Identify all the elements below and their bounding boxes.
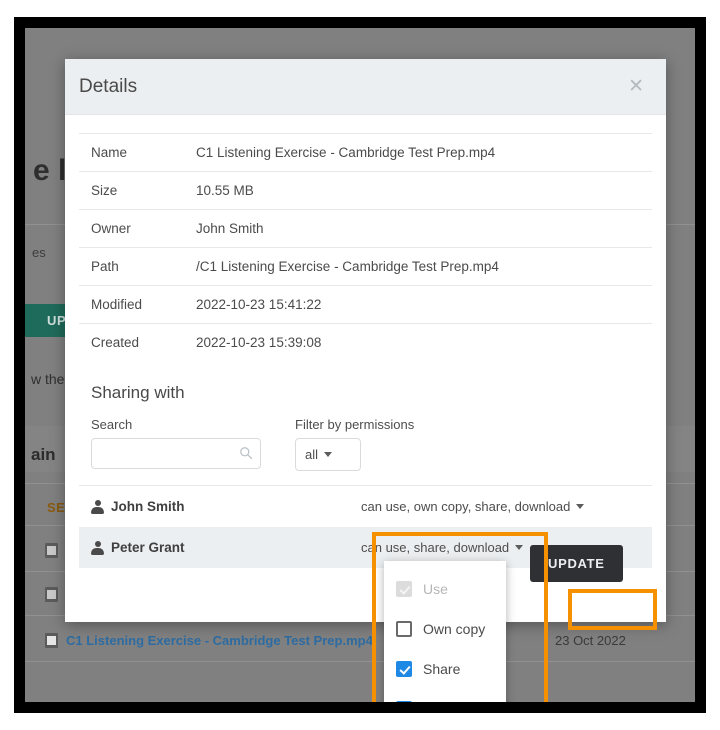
bg-subtitle: w the: [31, 371, 65, 387]
permissions-dropdown-menu: Use Own copy Share Download: [384, 561, 506, 713]
sharing-with-title: Sharing with: [91, 383, 185, 402]
bg-page-heading: e l: [33, 154, 67, 187]
share-permissions-dropdown-john-smith[interactable]: can use, own copy, share, download: [361, 499, 585, 514]
filter-by-permissions-label: Filter by permissions: [295, 417, 415, 432]
share-row-john-smith: John Smith can use, own copy, share, dow…: [79, 486, 652, 527]
detail-label: Size: [91, 183, 118, 198]
checkbox-download[interactable]: [396, 701, 412, 702]
bg-file-name: C1 Listening Exercise - Cambridge Test P…: [66, 633, 373, 648]
modal-body: Name C1 Listening Exercise - Cambridge T…: [65, 115, 666, 568]
detail-value: 2022-10-23 15:39:08: [196, 335, 322, 350]
menu-item-label: Share: [423, 661, 461, 677]
checkbox-use: [396, 581, 412, 597]
detail-label: Path: [91, 259, 119, 274]
image-file-icon: [45, 587, 58, 602]
detail-label: Name: [91, 145, 128, 160]
search-input-wrapper: [91, 438, 261, 469]
menu-item-label: Use: [423, 581, 448, 597]
filter-permissions-dropdown[interactable]: all: [295, 438, 361, 471]
chevron-down-icon: [515, 545, 524, 550]
table-row: Created 2022-10-23 15:39:08: [79, 323, 652, 362]
table-row: Owner John Smith: [79, 209, 652, 248]
image-file-icon: [45, 543, 58, 558]
sharing-controls: Search Filter by permissions all: [91, 417, 652, 471]
menu-item-download[interactable]: Download: [384, 689, 506, 713]
menu-item-label: Own copy: [423, 621, 486, 637]
bg-tabs-label: es: [32, 245, 46, 260]
checkbox-own-copy[interactable]: [396, 621, 412, 637]
share-user-name: John Smith: [111, 499, 185, 514]
share-permissions-text: can use, share, download: [361, 540, 510, 555]
table-row: Modified 2022-10-23 15:41:22: [79, 285, 652, 324]
filter-field-group: Filter by permissions all: [295, 417, 414, 471]
bg-file-row-3[interactable]: C1 Listening Exercise - Cambridge Test P…: [25, 620, 695, 661]
detail-value: 10.55 MB: [196, 183, 254, 198]
filter-selected-value: all: [305, 447, 319, 462]
table-row: Path /C1 Listening Exercise - Cambridge …: [79, 247, 652, 286]
share-user-name: Peter Grant: [111, 540, 185, 555]
search-label: Search: [91, 417, 133, 432]
detail-label: Modified: [91, 297, 143, 312]
table-row: Size 10.55 MB: [79, 171, 652, 210]
checkbox-share[interactable]: [396, 661, 412, 677]
menu-item-own-copy[interactable]: Own copy: [384, 609, 506, 649]
person-icon: [91, 499, 104, 514]
share-permissions-text: can use, own copy, share, download: [361, 499, 571, 514]
chevron-down-icon: [576, 504, 585, 509]
video-file-icon: [45, 633, 58, 648]
menu-item-label: Download: [423, 701, 486, 713]
detail-label: Owner: [91, 221, 131, 236]
menu-item-share[interactable]: Share: [384, 649, 506, 689]
search-input[interactable]: [91, 438, 261, 469]
detail-value: C1 Listening Exercise - Cambridge Test P…: [196, 145, 496, 160]
detail-value: John Smith: [196, 221, 264, 236]
update-button[interactable]: UPDATE: [530, 545, 623, 582]
browser-viewport: e l es UPLO w the ain SEL U F C1 Listeni…: [14, 17, 706, 713]
table-row: Name C1 Listening Exercise - Cambridge T…: [79, 133, 652, 172]
detail-label: Created: [91, 335, 140, 350]
modal-header: Details ✕: [65, 59, 666, 115]
file-details-table: Name C1 Listening Exercise - Cambridge T…: [79, 133, 652, 361]
menu-item-use[interactable]: Use: [384, 569, 506, 609]
detail-value: /C1 Listening Exercise - Cambridge Test …: [196, 259, 499, 274]
chevron-down-icon: [324, 452, 333, 457]
bg-file-date: 23 Oct 2022: [555, 633, 626, 648]
share-permissions-dropdown-peter-grant[interactable]: can use, share, download: [361, 540, 524, 555]
detail-value: 2022-10-23 15:41:22: [196, 297, 322, 312]
bg-domain-heading: ain: [31, 445, 56, 464]
update-button-wrapper: UPDATE: [530, 545, 623, 582]
details-modal: Details ✕ Name C1 Listening Exercise - C…: [65, 59, 666, 622]
bg-divider-6: [25, 661, 695, 662]
modal-title: Details: [79, 75, 138, 97]
search-field-group: Search: [91, 417, 261, 469]
person-icon: [91, 540, 104, 555]
close-icon[interactable]: ✕: [624, 75, 648, 98]
